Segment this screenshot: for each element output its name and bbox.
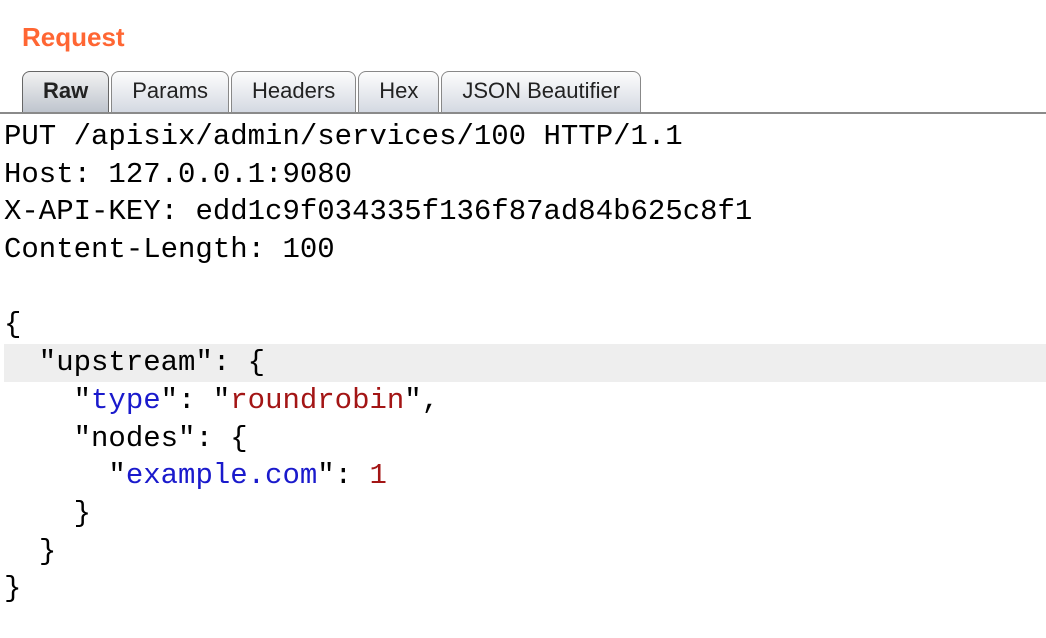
raw-request-body[interactable]: PUT /apisix/admin/services/100 HTTP/1.1 … [0,114,1046,608]
json-key-type: type [91,384,161,417]
json-example-sep: : [335,459,370,492]
tab-raw[interactable]: Raw [22,71,109,112]
json-key-upstream: upstream [56,346,195,379]
json-upstream-row: "upstream": { [4,344,1046,382]
tab-json-beautifier[interactable]: JSON Beautifier [441,71,641,112]
api-key-label: X-API-KEY: [4,195,195,228]
json-upstream-close: } [39,535,56,568]
json-type-value: roundrobin [230,384,404,417]
json-key-nodes: nodes [91,422,178,455]
content-length-header: Content-Length: 100 [4,233,335,266]
request-start-line: PUT /apisix/admin/services/100 HTTP/1.1 [4,120,683,153]
json-type-comma: , [422,384,439,417]
panel-title: Request [0,0,1046,53]
tab-params[interactable]: Params [111,71,229,112]
json-type-sep: : [178,384,213,417]
json-key-example: example.com [126,459,317,492]
content-length-value: 100 [282,233,334,266]
tab-headers[interactable]: Headers [231,71,356,112]
api-key-value: edd1c9f034335f136f87ad84b625c8f1 [195,195,752,228]
json-nodes-open: : { [195,422,247,455]
tab-bar: Raw Params Headers Hex JSON Beautifier [22,71,1046,112]
json-brace-close: } [4,572,21,605]
json-example-value: 1 [369,459,386,492]
json-nodes-close: } [74,497,91,530]
content-area: PUT /apisix/admin/services/100 HTTP/1.1 … [0,112,1046,608]
content-length-label: Content-Length: [4,233,282,266]
json-upstream-open: : { [213,346,265,379]
host-header: Host: 127.0.0.1:9080 [4,158,352,191]
host-label: Host: [4,158,108,191]
api-key-header: X-API-KEY: edd1c9f034335f136f87ad84b625c… [4,195,752,228]
host-value: 127.0.0.1:9080 [108,158,352,191]
json-brace-open: { [4,308,21,341]
tab-hex[interactable]: Hex [358,71,439,112]
